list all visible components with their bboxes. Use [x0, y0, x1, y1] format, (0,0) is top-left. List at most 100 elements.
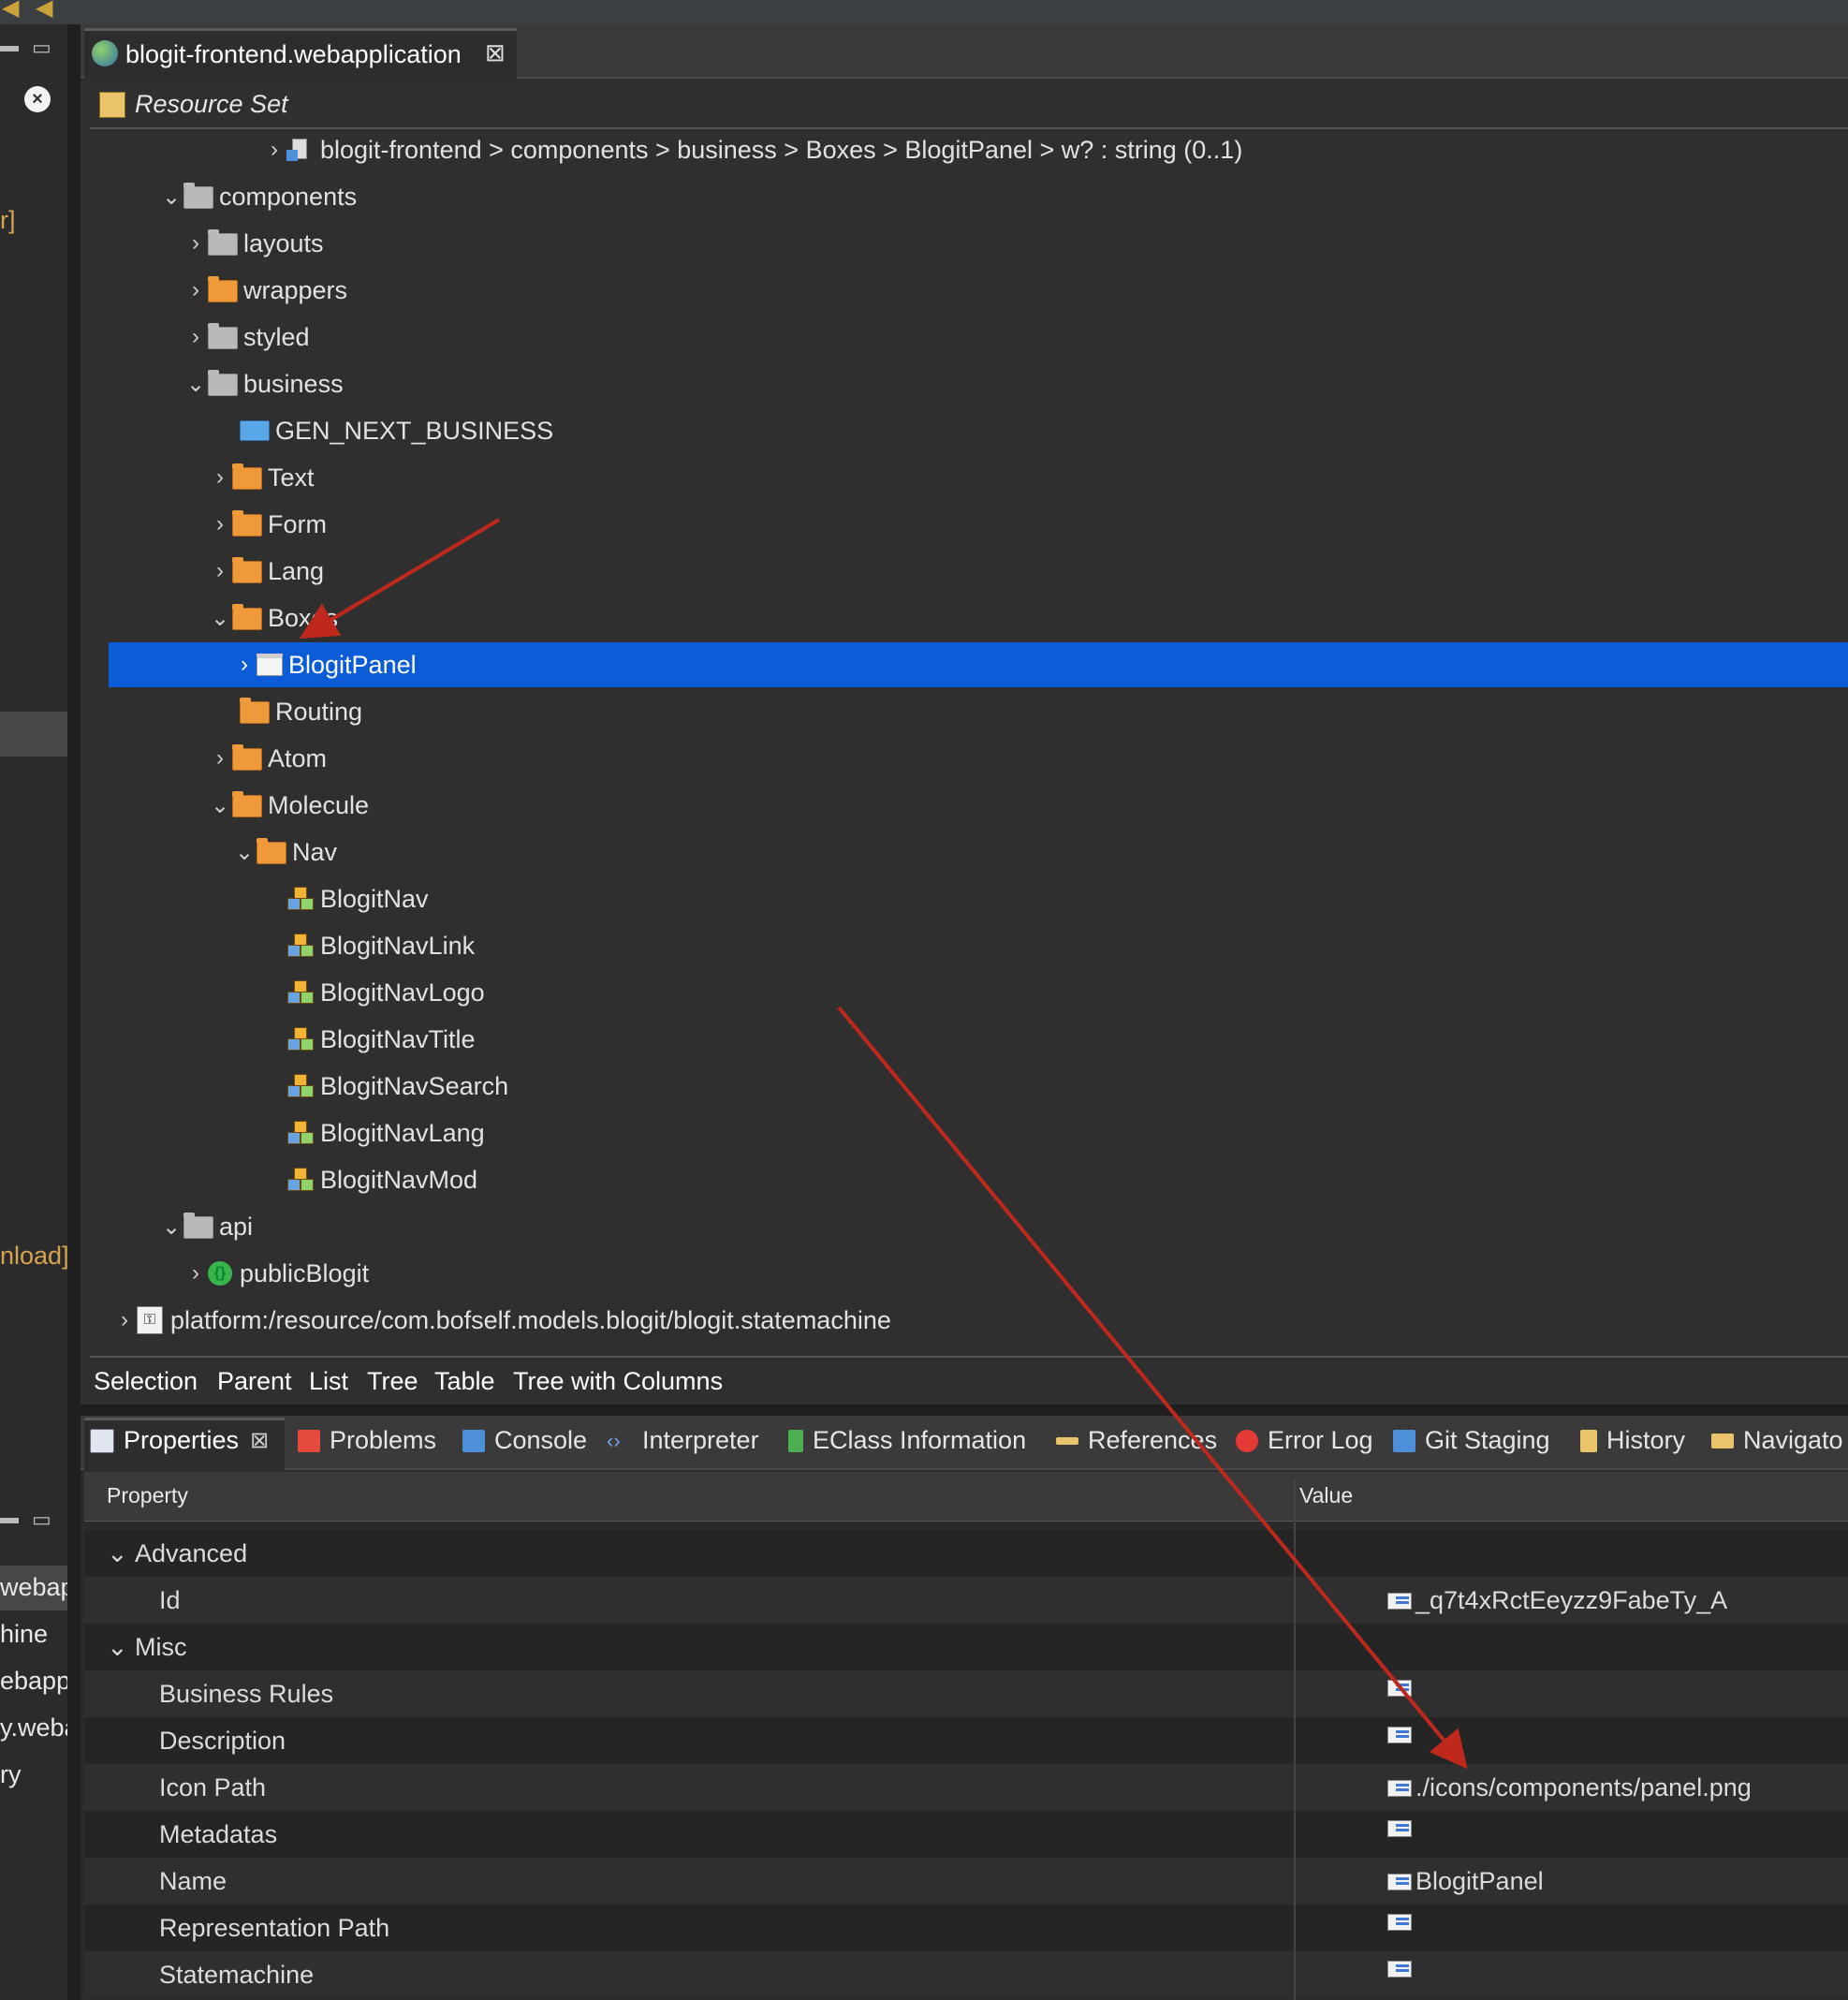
tree-item-molecule[interactable]: ⌄ Molecule [208, 783, 369, 828]
chevron-right-icon[interactable]: › [262, 137, 286, 163]
tree-item-publicblogit[interactable]: › {} publicBlogit [183, 1251, 369, 1296]
view-mode-selection[interactable]: Selection [94, 1367, 198, 1396]
tree-item-layouts[interactable]: › layouts [183, 221, 324, 266]
tab-problems[interactable]: Problems [298, 1426, 436, 1455]
tree-item-atom[interactable]: › Atom [208, 736, 327, 781]
property-row-representation-path[interactable]: Representation Path [84, 1904, 1848, 1951]
view-mode-table[interactable]: Table [434, 1367, 495, 1396]
editor-tab[interactable]: blogit-frontend.webapplication ⊠ [84, 28, 517, 80]
orange-folder-icon [232, 557, 262, 583]
left-panel-fragment: ry [0, 1760, 22, 1788]
panel-separator[interactable] [67, 24, 81, 2000]
property-value[interactable] [1387, 1727, 1415, 1743]
chevron-right-icon[interactable]: › [208, 511, 232, 537]
tree-item-lang[interactable]: › Lang [208, 549, 324, 594]
toolbar-arrow-icon[interactable]: ◀ [2, 0, 19, 22]
tab-properties[interactable]: Properties ⊠ [90, 1426, 269, 1455]
tree-item-blogitnavlogo[interactable]: BlogitNavLogo [286, 970, 485, 1015]
view-mode-list[interactable]: List [309, 1367, 348, 1396]
tree-item-label: wrappers [243, 275, 348, 304]
tab-eclass-information[interactable]: EClass Information [788, 1426, 1026, 1455]
tab-history[interactable]: History [1580, 1426, 1685, 1455]
tree-item-blogitnavtitle[interactable]: BlogitNavTitle [286, 1017, 476, 1062]
property-row-metadatas[interactable]: Metadatas [84, 1811, 1848, 1858]
tree-item-blogitnavsearch[interactable]: BlogitNavSearch [286, 1064, 508, 1109]
column-divider[interactable] [1294, 1479, 1296, 2000]
tree-item-blogitnavlang[interactable]: BlogitNavLang [286, 1110, 485, 1155]
property-row-description[interactable]: Description [84, 1717, 1848, 1764]
property-row-statemachine[interactable]: Statemachine [84, 1951, 1848, 1998]
maximize-icon[interactable]: ▭ [32, 1507, 51, 1532]
tree-item-text[interactable]: › Text [208, 455, 315, 500]
chevron-right-icon[interactable]: › [208, 558, 232, 584]
chevron-right-icon[interactable]: › [232, 652, 257, 678]
tree-item-routing[interactable]: Routing [240, 689, 362, 734]
chevron-down-icon[interactable]: ⌄ [159, 1213, 183, 1241]
tree-item-blogitnavmod[interactable]: BlogitNavMod [286, 1157, 477, 1202]
chevron-right-icon[interactable]: › [208, 464, 232, 491]
tree-item-styled[interactable]: › styled [183, 315, 310, 360]
toolbar-arrow-icon[interactable]: ◀ [36, 0, 52, 22]
property-value[interactable] [1387, 1914, 1415, 1931]
tree-item-wrappers[interactable]: › wrappers [183, 268, 347, 313]
property-row-icon-path[interactable]: Icon Path ./icons/components/panel.png [84, 1764, 1848, 1811]
tree-item-boxes[interactable]: ⌄ Boxes [208, 596, 338, 640]
view-mode-tree[interactable]: Tree [367, 1367, 418, 1396]
tree-item-business[interactable]: ⌄ business [183, 361, 344, 406]
property-category-advanced[interactable]: ⌄ Advanced [84, 1530, 1848, 1577]
chevron-down-icon[interactable]: ⌄ [208, 605, 232, 632]
tab-git-staging[interactable]: Git Staging [1393, 1426, 1550, 1455]
property-row-business-rules[interactable]: Business Rules [84, 1670, 1848, 1717]
column-header-value[interactable]: Value [1299, 1483, 1353, 1508]
tree-item-platform-resource[interactable]: › ⚿ platform:/resource/com.bofself.model… [112, 1298, 891, 1343]
property-value[interactable] [1387, 1820, 1415, 1837]
tab-console[interactable]: Console [462, 1426, 587, 1455]
chevron-down-icon[interactable]: ⌄ [208, 792, 232, 819]
chevron-down-icon[interactable]: ⌄ [159, 184, 183, 211]
chevron-right-icon[interactable]: › [183, 324, 208, 350]
tree-item-gen-next-business[interactable]: GEN_NEXT_BUSINESS [240, 408, 553, 453]
chevron-right-icon[interactable]: › [183, 230, 208, 257]
tree-item-nav[interactable]: ⌄ Nav [232, 830, 337, 875]
minimize-icon[interactable]: ▬ [0, 1507, 19, 1529]
column-header-property[interactable]: Property [107, 1483, 188, 1508]
chevron-right-icon[interactable]: › [183, 277, 208, 303]
left-panel-selected-row[interactable] [0, 712, 67, 757]
tab-navigator[interactable]: Navigato [1711, 1426, 1843, 1455]
chevron-down-icon[interactable]: ⌄ [183, 371, 208, 398]
view-separator[interactable] [81, 1404, 1848, 1416]
property-value[interactable]: _q7t4xRctEeyzz9FabeTy_A [1387, 1586, 1727, 1615]
tree-item-blogitpanel[interactable]: › BlogitPanel [232, 642, 417, 687]
property-value[interactable]: ./icons/components/panel.png [1387, 1773, 1752, 1802]
chevron-right-icon[interactable]: › [183, 1260, 208, 1287]
tree-item-blogitnavlink[interactable]: BlogitNavLink [286, 923, 475, 968]
chevron-down-icon[interactable]: ⌄ [107, 1633, 128, 1662]
property-value[interactable]: BlogitPanel [1387, 1867, 1544, 1896]
property-value[interactable] [1387, 1680, 1415, 1697]
property-row-name[interactable]: Name BlogitPanel [84, 1858, 1848, 1904]
view-mode-parent[interactable]: Parent [217, 1367, 292, 1396]
chevron-right-icon[interactable]: › [208, 745, 232, 772]
minimize-icon[interactable]: ▬ [0, 36, 19, 57]
chevron-down-icon[interactable]: ⌄ [232, 839, 257, 866]
tree-item-form[interactable]: › Form [208, 502, 327, 547]
chevron-right-icon[interactable]: › [112, 1307, 137, 1333]
tab-references[interactable]: References [1056, 1426, 1217, 1455]
tree-path-item[interactable]: › blogit-frontend > components > busines… [262, 127, 1242, 172]
property-row-id[interactable]: Id _q7t4xRctEeyzz9FabeTy_A [84, 1577, 1848, 1624]
tree-item-api[interactable]: ⌄ api [159, 1204, 253, 1249]
tree-item-components[interactable]: ⌄ components [159, 174, 357, 219]
tab-error-log[interactable]: Error Log [1236, 1426, 1373, 1455]
maximize-icon[interactable]: ▭ [32, 36, 51, 60]
chevron-down-icon[interactable]: ⌄ [107, 1539, 128, 1568]
resource-set-icon [99, 92, 125, 118]
attribute-path-icon [286, 137, 315, 163]
tree-item-blogitnav[interactable]: BlogitNav [286, 876, 429, 921]
property-category-misc[interactable]: ⌄ Misc [84, 1624, 1848, 1670]
close-tab-icon[interactable]: ⊠ [485, 38, 506, 67]
close-circle-icon[interactable]: × [24, 86, 51, 112]
close-tab-icon[interactable]: ⊠ [250, 1427, 269, 1454]
property-value[interactable] [1387, 1961, 1415, 1978]
tab-interpreter[interactable]: ‹› Interpreter [607, 1426, 759, 1455]
view-mode-tree-with-columns[interactable]: Tree with Columns [513, 1367, 723, 1396]
